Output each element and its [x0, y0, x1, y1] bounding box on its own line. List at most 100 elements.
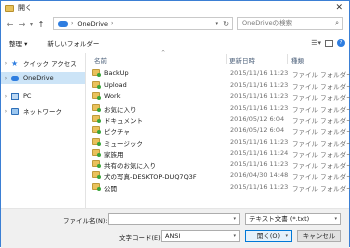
item-type: ファイル フォルダー — [292, 83, 350, 91]
sidebar-item-quick-access[interactable]: › ★ クイック アクセス — [1, 57, 85, 69]
item-name: Upload — [104, 81, 127, 89]
list-item[interactable]: お気に入り 2015/11/16 11:23 ファイル フォルダー — [87, 103, 350, 114]
pane-splitter[interactable] — [85, 53, 86, 208]
column-header-date[interactable]: 更新日時 — [229, 55, 255, 65]
synced-folder-icon — [92, 126, 101, 134]
item-date: 2015/11/16 11:23 — [230, 183, 289, 191]
refresh-button[interactable]: ↻ — [223, 20, 229, 28]
chevron-right-icon[interactable]: › — [1, 75, 11, 82]
item-type: ファイル フォルダー — [292, 71, 350, 79]
encoding-label: 文字コード(E): — [119, 234, 163, 242]
breadcrumb-onedrive[interactable]: OneDrive — [77, 20, 108, 28]
path-separator[interactable]: › — [111, 20, 113, 27]
synced-folder-icon — [92, 160, 101, 168]
item-type: ファイル フォルダー — [292, 173, 350, 181]
item-type: ファイル フォルダー — [292, 140, 350, 148]
item-name: 公開 — [104, 185, 117, 193]
address-bar[interactable]: › OneDrive › ▾ ↻ — [53, 17, 233, 30]
chevron-down-icon[interactable]: ▾ — [233, 214, 236, 224]
item-name: BackUp — [104, 69, 129, 77]
column-header-name[interactable]: 名前 — [94, 55, 107, 65]
item-date: 2015/11/16 11:23 — [230, 138, 289, 146]
filename-label: ファイル名(N): — [63, 217, 108, 225]
up-button[interactable]: ↑ — [35, 20, 47, 29]
filetype-select[interactable]: テキスト文書 (*.txt) ▾ — [245, 213, 341, 225]
item-date: 2015/11/16 11:23 — [230, 104, 289, 112]
history-dropdown-button[interactable]: ▾ — [28, 21, 35, 28]
item-name: ドキュメント — [104, 117, 143, 125]
chevron-right-icon[interactable]: › — [1, 108, 11, 115]
list-item[interactable]: ドキュメント 2016/05/12 6:04 ファイル フォルダー — [87, 114, 350, 125]
item-type: ファイル フォルダー — [292, 185, 350, 193]
synced-folder-icon — [92, 149, 101, 157]
sidebar-item-label: PC — [23, 92, 32, 100]
item-name: お気に入り — [104, 106, 137, 114]
chevron-right-icon[interactable]: › — [1, 60, 11, 67]
sidebar-item-onedrive[interactable]: › OneDrive — [1, 72, 85, 84]
open-button[interactable]: 開く(O) ▾ — [245, 230, 292, 242]
synced-folder-icon — [92, 115, 101, 123]
toolbar: 整理 ▾ 新しいフォルダー ☰▾ ? — [1, 35, 349, 51]
synced-folder-icon — [92, 183, 101, 191]
list-item[interactable]: Work 2015/11/16 11:23 ファイル フォルダー — [87, 91, 350, 102]
list-item[interactable]: 公開 2015/11/16 11:23 ファイル フォルダー — [87, 182, 350, 193]
filetype-value: テキスト文書 (*.txt) — [249, 215, 310, 223]
help-button[interactable]: ? — [337, 39, 345, 47]
network-icon — [11, 107, 19, 115]
item-date: 2016/05/12 6:04 — [230, 126, 285, 134]
encoding-select[interactable]: ANSI ▾ — [161, 230, 240, 242]
close-button[interactable]: ✕ — [335, 3, 343, 13]
chevron-down-icon: ▾ — [233, 233, 236, 239]
encoding-value: ANSI — [165, 232, 181, 240]
sidebar-item-pc[interactable]: › PC — [1, 90, 85, 102]
cancel-button[interactable]: キャンセル — [297, 230, 341, 242]
column-header-type[interactable]: 種類 — [291, 55, 304, 65]
preview-pane-icon[interactable] — [325, 39, 333, 47]
item-type: ファイル フォルダー — [292, 151, 350, 159]
sidebar-item-label: ネットワーク — [23, 108, 62, 116]
folder-icon — [5, 4, 14, 12]
search-icon[interactable]: ⌕ — [335, 18, 339, 29]
navigation-pane: › ★ クイック アクセス › OneDrive › PC › ネットワーク — [1, 53, 85, 208]
column-divider[interactable] — [226, 54, 227, 64]
item-date: 2015/11/16 11:23 — [230, 160, 289, 168]
column-divider[interactable] — [287, 54, 288, 64]
list-item[interactable]: ピクチャ 2016/05/12 6:04 ファイル フォルダー — [87, 125, 350, 136]
open-file-dialog: 開く ✕ ← → ▾ ↑ › OneDrive › ▾ ↻ OneDriveの検… — [0, 0, 350, 248]
back-button[interactable]: ← — [4, 20, 16, 29]
list-item[interactable]: 家族用 2015/11/16 11:24 ファイル フォルダー — [87, 148, 350, 159]
cloud-icon — [58, 20, 68, 27]
item-type: ファイル フォルダー — [292, 94, 350, 102]
column-header-row: ^ 名前 更新日時 種類 — [87, 50, 349, 65]
star-icon: ★ — [11, 58, 19, 68]
item-type: ファイル フォルダー — [292, 117, 350, 125]
filename-input[interactable]: ▾ — [108, 213, 240, 225]
list-item[interactable]: Upload 2015/11/16 11:23 ファイル フォルダー — [87, 80, 350, 91]
open-button-label: 開く(O) — [256, 232, 281, 240]
item-name: 家族用 — [104, 151, 124, 159]
sidebar-item-label: OneDrive — [23, 74, 54, 82]
synced-folder-icon — [92, 92, 101, 100]
search-input[interactable]: OneDriveの検索 ⌕ — [237, 17, 343, 30]
organize-button[interactable]: 整理 ▾ — [9, 38, 27, 48]
title-bar: 開く ✕ — [1, 1, 349, 15]
list-item[interactable]: BackUp 2015/11/16 11:23 ファイル フォルダー — [87, 68, 350, 79]
forward-button[interactable]: → — [16, 20, 28, 29]
chevron-right-icon[interactable]: › — [1, 93, 11, 100]
chevron-down-icon: ▾ — [334, 216, 337, 222]
view-options-icon[interactable]: ☰▾ — [311, 39, 321, 47]
synced-folder-icon — [92, 138, 101, 146]
chevron-down-icon[interactable]: ▾ — [215, 21, 218, 27]
cloud-icon — [11, 75, 19, 81]
path-separator: › — [71, 20, 74, 27]
sidebar-item-network[interactable]: › ネットワーク — [1, 105, 85, 117]
item-type: ファイル フォルダー — [292, 128, 350, 136]
list-item[interactable]: 犬の写真-DESKTOP-DUQ7Q3F 2016/04/30 14:48 ファ… — [87, 170, 350, 181]
new-folder-button[interactable]: 新しいフォルダー — [47, 38, 99, 48]
list-item[interactable]: ミュージック 2015/11/16 11:23 ファイル フォルダー — [87, 137, 350, 148]
chevron-down-icon[interactable]: ▾ — [285, 231, 288, 241]
item-name: ピクチャ — [104, 128, 130, 136]
synced-folder-icon — [92, 69, 101, 77]
list-item[interactable]: 共有のお気に入り 2015/11/16 11:23 ファイル フォルダー — [87, 159, 350, 170]
synced-folder-icon — [92, 81, 101, 89]
